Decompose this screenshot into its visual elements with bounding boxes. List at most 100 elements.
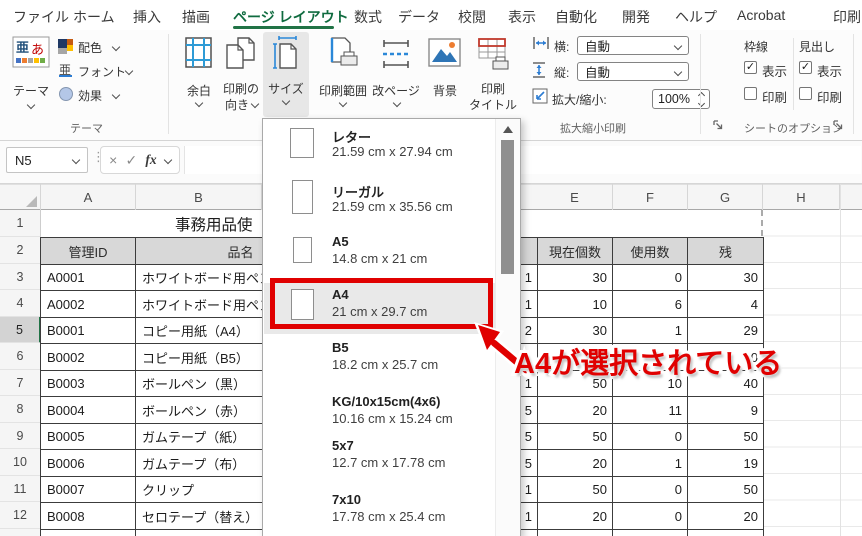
scale-zoom-spinner[interactable]: 100% bbox=[652, 89, 710, 109]
theme-effects-button[interactable]: 効果 bbox=[58, 86, 158, 104]
cell[interactable]: B0006 bbox=[40, 449, 136, 477]
cell[interactable]: 19 bbox=[687, 449, 764, 477]
column-header-h[interactable]: H bbox=[763, 184, 840, 210]
row-header[interactable]: 10 bbox=[0, 449, 41, 476]
paper-size-option-letter[interactable]: レター 21.59 cm x 27.94 cm bbox=[264, 124, 496, 176]
header-cell[interactable]: 残 bbox=[687, 237, 764, 265]
cell[interactable]: A0002 bbox=[40, 290, 136, 318]
cell[interactable]: 30 bbox=[687, 264, 764, 291]
tab-view[interactable]: 表示 bbox=[508, 7, 536, 27]
scroll-up-icon[interactable] bbox=[503, 126, 513, 133]
cell[interactable]: 20 bbox=[687, 502, 764, 530]
tab-draw[interactable]: 描画 bbox=[182, 7, 210, 27]
print-titles-button[interactable]: 印刷 タイトル bbox=[468, 34, 518, 116]
row-header[interactable]: 13 bbox=[0, 529, 41, 536]
cell[interactable] bbox=[537, 529, 613, 536]
cell[interactable]: 0 bbox=[612, 502, 688, 530]
paper-size-option-b5[interactable]: B5 18.2 cm x 25.7 cm bbox=[264, 336, 496, 388]
tab-formulas[interactable]: 数式 bbox=[354, 7, 382, 27]
cell[interactable]: 11 bbox=[612, 396, 688, 424]
cell[interactable]: 50 bbox=[687, 423, 764, 450]
row-header[interactable]: 8 bbox=[0, 396, 41, 423]
theme-fonts-button[interactable]: 亜 フォント bbox=[58, 62, 168, 80]
row-header[interactable]: 1 bbox=[0, 210, 41, 237]
scrollbar-thumb[interactable] bbox=[501, 140, 514, 274]
column-header-f[interactable]: F bbox=[613, 184, 688, 210]
row-header[interactable]: 4 bbox=[0, 290, 41, 317]
header-cell[interactable]: 使用数 bbox=[612, 237, 688, 265]
headings-print-checkbox[interactable] bbox=[799, 87, 812, 100]
header-cell[interactable]: 現在個数 bbox=[537, 237, 613, 265]
cell[interactable]: B0007 bbox=[40, 476, 136, 503]
row-header[interactable]: 3 bbox=[0, 264, 41, 290]
background-button[interactable]: 背景 bbox=[426, 34, 464, 116]
paper-size-option-a5[interactable]: A5 14.8 cm x 21 cm bbox=[264, 230, 496, 282]
column-header-b[interactable]: B bbox=[136, 184, 262, 210]
row-header-active[interactable]: 5 bbox=[0, 317, 41, 343]
row-header[interactable]: 7 bbox=[0, 370, 41, 396]
themes-button[interactable]: 亜 あ テーマ bbox=[10, 34, 52, 116]
cell[interactable]: 6 bbox=[612, 290, 688, 318]
cell[interactable]: 20 bbox=[537, 449, 613, 477]
dialog-launcher-icon[interactable] bbox=[712, 119, 724, 131]
select-all-corner[interactable] bbox=[0, 184, 41, 210]
tab-help[interactable]: ヘルプ bbox=[675, 7, 717, 27]
cell[interactable] bbox=[612, 529, 688, 536]
column-header-a[interactable]: A bbox=[41, 184, 136, 210]
cell[interactable]: B0005 bbox=[40, 423, 136, 450]
enter-icon[interactable]: ✓ bbox=[125, 152, 137, 169]
tab-acrobat[interactable]: Acrobat bbox=[737, 7, 785, 23]
cell[interactable]: 20 bbox=[537, 396, 613, 424]
cell[interactable]: B0001 bbox=[40, 317, 136, 344]
margins-button[interactable]: 余白 bbox=[180, 34, 218, 116]
cell[interactable]: 0 bbox=[612, 423, 688, 450]
cell[interactable]: 50 bbox=[537, 476, 613, 503]
tab-data[interactable]: データ bbox=[398, 7, 440, 27]
theme-colors-button[interactable]: 配色 bbox=[58, 38, 158, 56]
tab-review[interactable]: 校閲 bbox=[458, 7, 486, 27]
cell[interactable]: 50 bbox=[687, 476, 764, 503]
cell[interactable]: 10 bbox=[537, 290, 613, 318]
insert-function-icon[interactable]: fx bbox=[145, 152, 156, 168]
cell[interactable]: B0003 bbox=[40, 370, 136, 397]
print-area-button[interactable]: 印刷範囲 bbox=[314, 34, 372, 116]
row-header[interactable]: 2 bbox=[0, 237, 41, 264]
paper-size-option-5x7[interactable]: 5x7 12.7 cm x 17.78 cm bbox=[264, 434, 496, 486]
column-header-g[interactable]: G bbox=[688, 184, 763, 210]
cell[interactable]: 0 bbox=[612, 264, 688, 291]
gridlines-view-checkbox[interactable] bbox=[744, 61, 757, 74]
cell[interactable] bbox=[687, 529, 764, 536]
tab-page-layout[interactable]: ページ レイアウト bbox=[233, 7, 349, 27]
cell[interactable]: 1 bbox=[612, 449, 688, 477]
tab-print[interactable]: 印刷 bbox=[833, 7, 861, 27]
dialog-launcher-icon[interactable] bbox=[832, 119, 844, 131]
sheet-title-cell[interactable]: 事務用品使 bbox=[175, 211, 253, 237]
tab-home[interactable]: ホーム bbox=[73, 7, 115, 27]
cancel-icon[interactable]: × bbox=[109, 152, 117, 168]
scale-width-select[interactable]: 自動 bbox=[577, 36, 689, 55]
tab-automate[interactable]: 自動化 bbox=[555, 7, 597, 27]
tab-developer[interactable]: 開発 bbox=[622, 7, 650, 27]
column-header-e[interactable]: E bbox=[537, 184, 613, 210]
gridlines-print-checkbox[interactable] bbox=[744, 87, 757, 100]
cell[interactable]: B0008 bbox=[40, 502, 136, 530]
row-header[interactable]: 6 bbox=[0, 343, 41, 370]
headings-view-checkbox[interactable] bbox=[799, 61, 812, 74]
cell[interactable]: 4 bbox=[687, 290, 764, 318]
page-breaks-button[interactable]: 改ページ bbox=[370, 34, 422, 116]
paper-size-option-7x10[interactable]: 7x10 17.78 cm x 25.4 cm bbox=[264, 488, 496, 536]
row-header[interactable]: 9 bbox=[0, 423, 41, 449]
cell[interactable]: 0 bbox=[612, 476, 688, 503]
tab-file[interactable]: ファイル bbox=[13, 7, 69, 27]
paper-size-option-legal[interactable]: リーガル 21.59 cm x 35.56 cm bbox=[264, 178, 496, 230]
row-header[interactable]: 12 bbox=[0, 502, 41, 529]
name-box[interactable]: N5 bbox=[6, 147, 88, 173]
cell[interactable]: C0001 bbox=[40, 529, 136, 536]
cell[interactable]: 50 bbox=[537, 423, 613, 450]
cell[interactable]: A0001 bbox=[40, 264, 136, 291]
cell[interactable]: 9 bbox=[687, 396, 764, 424]
orientation-button[interactable]: 印刷の 向き bbox=[220, 34, 262, 116]
cell[interactable]: 20 bbox=[537, 502, 613, 530]
tab-insert[interactable]: 挿入 bbox=[133, 7, 161, 27]
header-cell[interactable]: 管理ID bbox=[40, 237, 136, 265]
